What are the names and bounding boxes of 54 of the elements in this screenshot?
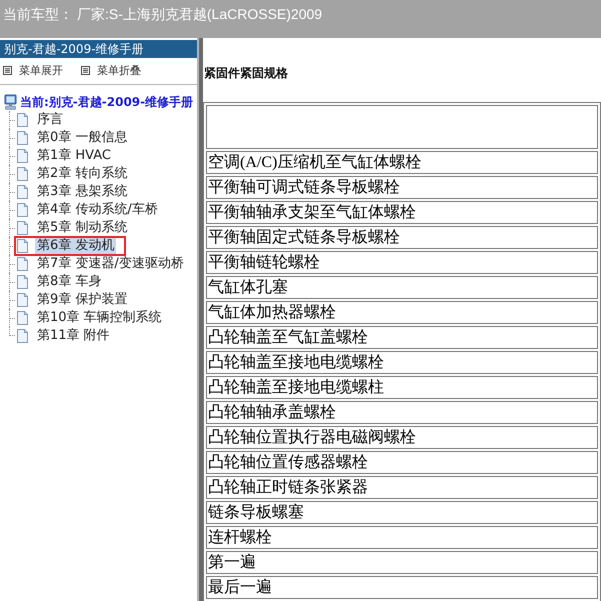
table-cell: 第一遍 — [206, 551, 598, 574]
tree-item[interactable]: 第8章 车身 — [35, 274, 104, 290]
tree-item[interactable]: 第7章 变速器/变速驱动桥 — [35, 256, 186, 272]
table-cell: 凸轮轴盖至接地电缆螺栓 — [206, 351, 598, 374]
document-icon — [16, 202, 29, 218]
document-icon — [16, 256, 29, 272]
table-cell: 空调(A/C)压缩机至气缸体螺栓 — [206, 151, 598, 174]
list-icon — [3, 66, 12, 74]
tree-item[interactable]: 第4章 传动系统/车桥 — [35, 202, 160, 218]
document-icon — [16, 220, 29, 236]
table-cell: 最后一遍 — [206, 576, 598, 599]
table-cell: 凸轮轴位置执行器电磁阀螺栓 — [206, 426, 598, 449]
tree-item[interactable]: 第1章 HVAC — [35, 148, 113, 164]
table-cell: 凸轮轴正时链条张紧器 — [206, 476, 598, 499]
tree-item[interactable]: 第5章 制动系统 — [35, 220, 130, 236]
table-cell: 链条导板螺塞 — [206, 501, 598, 524]
tree-item[interactable]: 序言 — [35, 112, 65, 128]
car-model-value: 厂家:S-上海别克君越(LaCROSSE)2009 — [77, 5, 322, 24]
table-cell: 凸轮轴盖至气缸盖螺栓 — [206, 326, 598, 349]
document-icon — [16, 274, 29, 290]
document-icon — [16, 310, 29, 326]
car-model-label: 当前车型： — [3, 5, 73, 24]
document-icon — [16, 328, 29, 344]
tree-root-label[interactable]: 当前:别克-君越-2009-维修手册 — [20, 94, 194, 110]
manual-title-bar: 别克-君越-2009-维修手册 — [0, 40, 197, 58]
list-icon — [81, 66, 90, 74]
document-icon — [16, 130, 29, 146]
tree-item[interactable]: 第6章 发动机 — [35, 238, 116, 254]
tree-item[interactable]: 第11章 附件 — [35, 328, 112, 344]
tree-item[interactable]: 第9章 保护装置 — [35, 292, 130, 308]
document-icon — [16, 148, 29, 164]
document-icon — [16, 112, 29, 128]
document-icon — [16, 238, 29, 254]
section-title: 紧固件紧固规格 — [203, 65, 289, 81]
table-cell: 气缸体加热器螺栓 — [206, 301, 598, 324]
document-icon — [16, 166, 29, 182]
table-cell: 平衡轴可调式链条导板螺栓 — [206, 176, 598, 199]
menu-link[interactable]: 菜单展开 — [3, 62, 63, 78]
table-cell: 平衡轴链轮螺栓 — [206, 251, 598, 274]
table-cell: 凸轮轴盖至接地电缆螺柱 — [206, 376, 598, 399]
table-cell: 凸轮轴轴承盖螺栓 — [206, 401, 598, 424]
tree-item[interactable]: 第2章 转向系统 — [35, 166, 130, 182]
table-cell: 平衡轴固定式链条导板螺栓 — [206, 226, 598, 249]
computer-icon — [4, 94, 17, 110]
table-cell: 凸轮轴位置传感器螺栓 — [206, 451, 598, 474]
tree-item[interactable]: 第10章 车辆控制系统 — [35, 310, 164, 326]
tree-item[interactable]: 第3章 悬架系统 — [35, 184, 130, 200]
document-icon — [16, 184, 29, 200]
table-cell: 平衡轴轴承支架至气缸体螺栓 — [206, 201, 598, 224]
document-icon — [16, 292, 29, 308]
tree-item[interactable]: 第0章 一般信息 — [35, 130, 130, 146]
table-cell: 连杆螺栓 — [206, 526, 598, 549]
table-cell: 气缸体孔塞 — [206, 276, 598, 299]
menu-link[interactable]: 菜单折叠 — [81, 62, 141, 78]
